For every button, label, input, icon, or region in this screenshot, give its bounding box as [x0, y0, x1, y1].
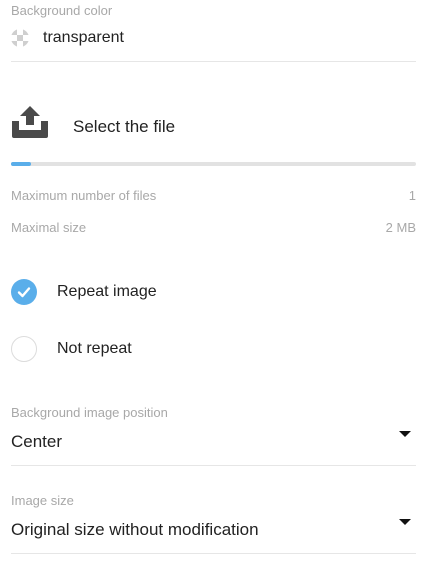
- divider: [11, 553, 416, 554]
- divider: [11, 465, 416, 466]
- transparent-swatch-icon[interactable]: [11, 29, 29, 47]
- divider: [11, 61, 416, 62]
- upload-icon[interactable]: [11, 105, 49, 139]
- upload-progress-fill: [11, 162, 32, 166]
- image-size-select-value: Original size without modification: [11, 520, 259, 539]
- image-size-select-label: Image size: [11, 493, 74, 508]
- not-repeat-radio[interactable]: [11, 336, 37, 362]
- repeat-image-label[interactable]: Repeat image: [57, 283, 157, 301]
- position-select-label: Background image position: [11, 405, 168, 420]
- max-files-label: Maximum number of files: [11, 188, 157, 203]
- select-file-button[interactable]: Select the file: [73, 117, 175, 137]
- repeat-image-radio[interactable]: [11, 279, 37, 305]
- image-size-select[interactable]: Original size without modification: [11, 513, 416, 547]
- max-size-label: Maximal size: [11, 220, 87, 235]
- background-color-value[interactable]: transparent: [43, 29, 124, 47]
- checkmark-icon: [17, 287, 31, 298]
- background-color-label: Background color: [11, 3, 113, 18]
- max-size-row: Maximal size 2 MB: [11, 220, 416, 235]
- position-select[interactable]: Center: [11, 425, 416, 459]
- position-select-value: Center: [11, 432, 63, 451]
- max-files-value: 1: [408, 188, 416, 203]
- upload-progress-bar: [11, 162, 416, 166]
- chevron-down-icon: [399, 519, 411, 525]
- max-files-row: Maximum number of files 1: [11, 188, 416, 203]
- chevron-down-icon: [399, 431, 411, 437]
- not-repeat-label[interactable]: Not repeat: [57, 340, 132, 358]
- max-size-value: 2 MB: [385, 220, 416, 235]
